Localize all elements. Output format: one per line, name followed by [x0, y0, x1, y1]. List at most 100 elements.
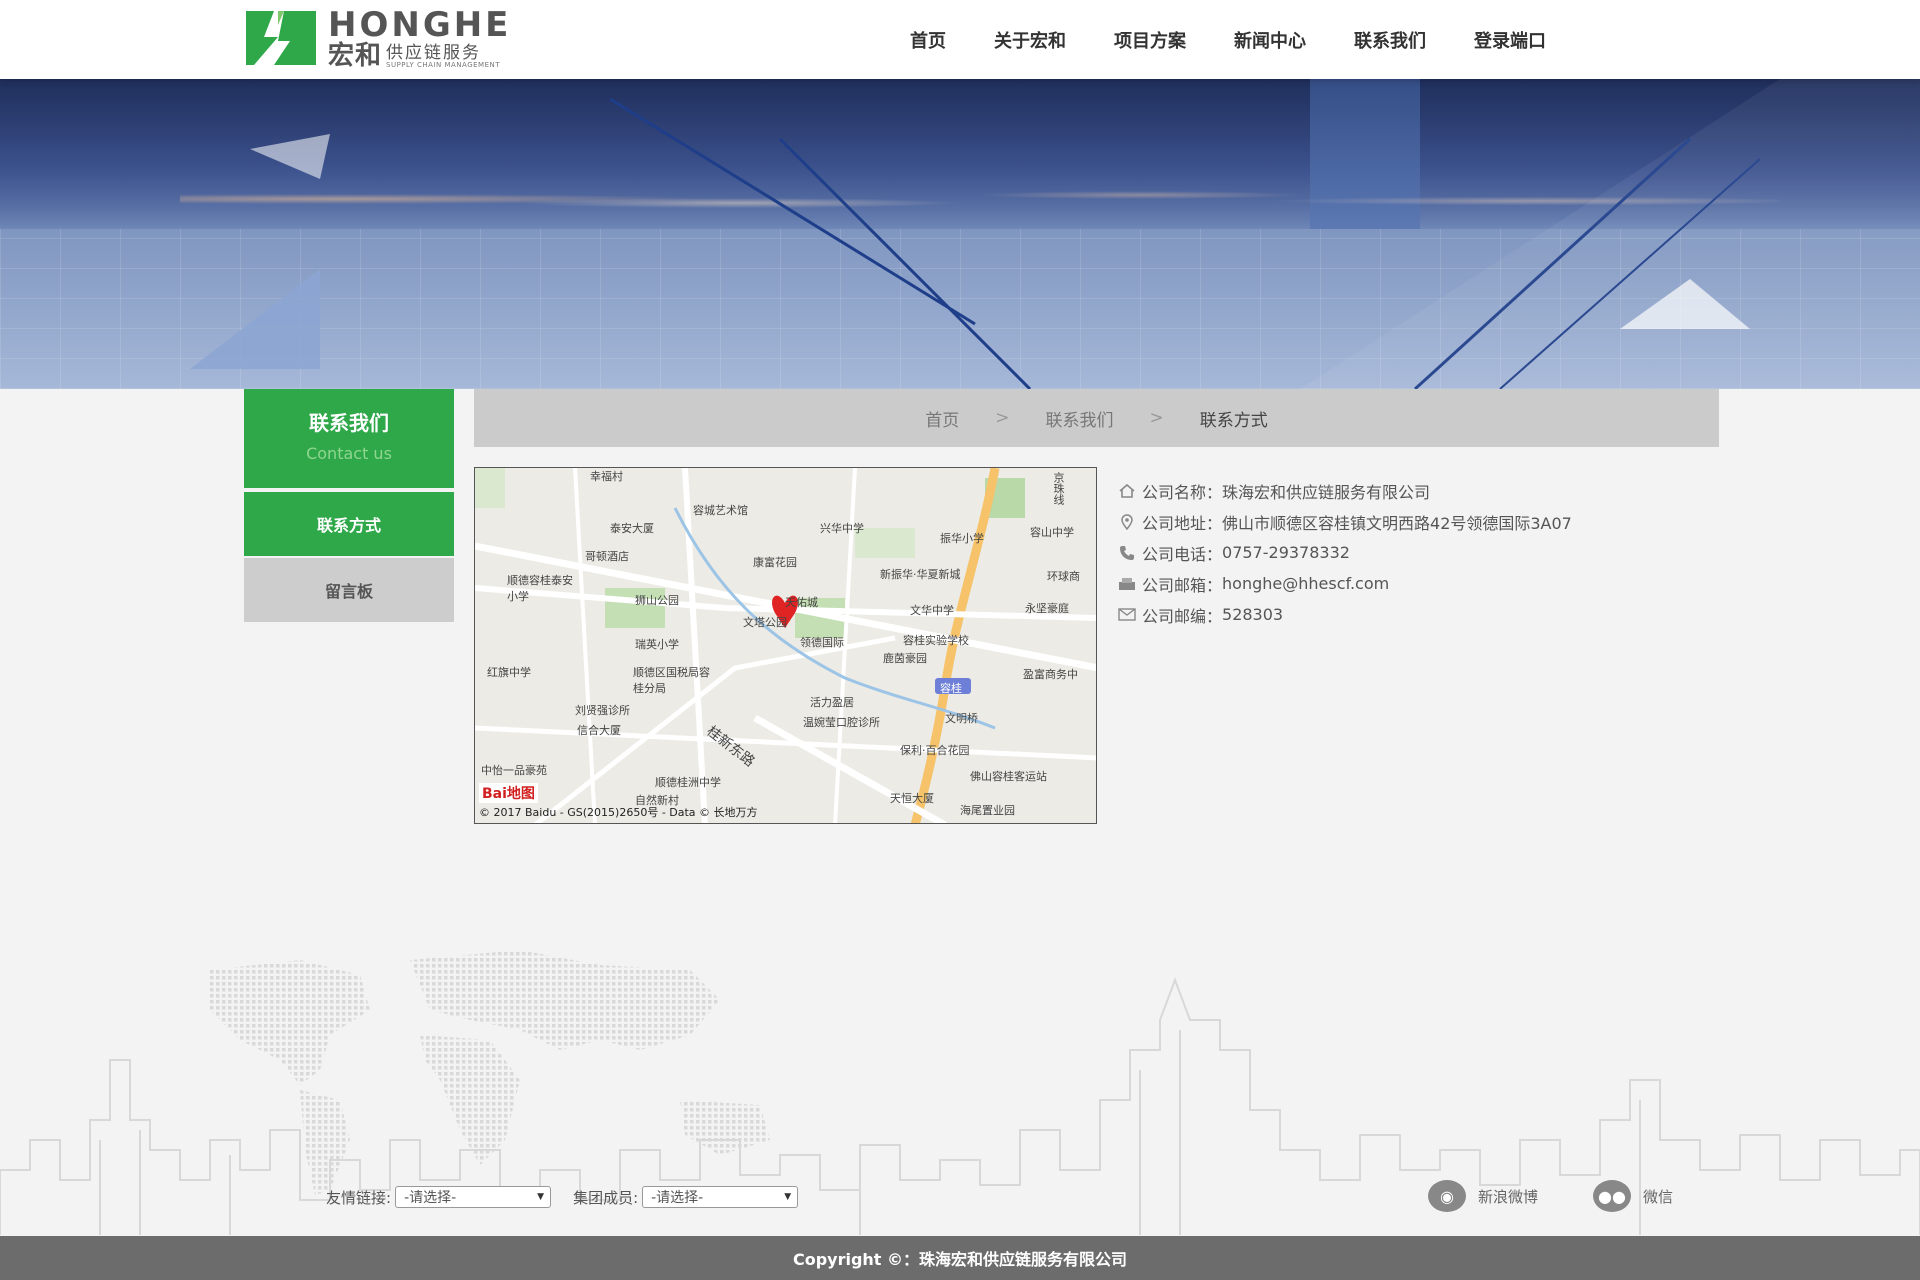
- info-row-address: 公司地址： 佛山市顺德区容桂镇文明西路42号领德国际3A07: [1118, 506, 1572, 537]
- info-label: 公司电话：: [1142, 544, 1223, 564]
- wechat-label: 微信: [1643, 1187, 1674, 1206]
- logo-english: HONGHE: [328, 4, 512, 45]
- chevron-down-icon: ▼: [784, 1192, 792, 1202]
- info-label: 公司邮编：: [1142, 606, 1223, 626]
- map-label: 文明桥: [945, 712, 978, 725]
- copyright-text: Copyright ©：珠海宏和供应链服务有限公司: [792, 1250, 1128, 1269]
- info-row-email: 公司邮箱： honghe@hhescf.com: [1118, 568, 1572, 599]
- map-label: 环球商: [1047, 570, 1080, 583]
- nav-contact[interactable]: 联系我们: [1354, 27, 1426, 53]
- map-label: 顺德桂洲中学: [655, 776, 721, 789]
- company-phone: 0757-29378332: [1222, 543, 1350, 562]
- map-label: 刘贤强诊所: [575, 704, 630, 717]
- map-label: 容桂: [940, 682, 962, 695]
- map-label: 顺德区国税局容桂分局: [633, 666, 710, 695]
- logo-chinese: 宏和: [328, 40, 383, 71]
- sidebar-title: 联系我们: [309, 411, 389, 435]
- wechat-icon: ●●: [1593, 1180, 1631, 1212]
- map-label: 活力盈居: [810, 696, 854, 709]
- map-label: 容桂实验学校: [903, 634, 969, 647]
- weibo-icon: ◉: [1428, 1180, 1466, 1212]
- site-logo[interactable]: HONGHE 宏和 供应链服务 SUPPLY CHAIN MANAGEMENT: [244, 4, 512, 71]
- phone-icon: [1118, 544, 1136, 562]
- info-row-phone: 公司电话： 0757-29378332: [1118, 537, 1572, 568]
- map-label: 文塔公园: [743, 616, 787, 629]
- map-label: 康富花园: [753, 556, 797, 569]
- breadcrumb-separator: >: [995, 408, 1010, 428]
- nav-about[interactable]: 关于宏和: [994, 27, 1066, 53]
- breadcrumb-parent[interactable]: 联系我们: [1046, 406, 1114, 431]
- location-icon: [1118, 513, 1136, 531]
- banner-decoration: [190, 79, 1920, 389]
- map-label: 瑞英小学: [635, 638, 679, 651]
- chevron-down-icon: ▼: [537, 1192, 545, 1202]
- map-label: 京珠线: [1052, 472, 1065, 505]
- company-email[interactable]: honghe@hhescf.com: [1222, 574, 1389, 593]
- map-label: 海尾置业园: [960, 804, 1015, 817]
- location-map[interactable]: 幸福村 容城艺术馆 泰安大厦 兴华中学 京珠线 振华小学 容山中学 哥顿酒店 康…: [474, 467, 1097, 824]
- map-label: 文华中学: [910, 604, 954, 617]
- map-label: 信合大厦: [577, 724, 621, 737]
- map-label: 振华小学: [940, 532, 984, 545]
- hero-banner: [0, 79, 1920, 389]
- home-icon: [1118, 482, 1136, 500]
- breadcrumb: 首页 > 联系我们 > 联系方式: [474, 389, 1719, 447]
- map-label: 中怡一品豪苑: [481, 764, 547, 777]
- company-postcode: 528303: [1222, 605, 1284, 624]
- map-label: 狮山公园: [635, 594, 679, 607]
- info-row-postcode: 公司邮编： 528303: [1118, 599, 1572, 630]
- map-label: 哥顿酒店: [585, 550, 629, 563]
- group-members-value: -请选择-: [651, 1190, 704, 1206]
- mail-icon: [1118, 606, 1136, 624]
- group-members-label: 集团成员:: [573, 1188, 639, 1207]
- map-label: 天恒大厦: [890, 792, 934, 805]
- breadcrumb-home[interactable]: 首页: [925, 406, 959, 431]
- map-label: 佛山容桂客运站: [970, 770, 1047, 783]
- breadcrumb-current: 联系方式: [1199, 410, 1268, 431]
- nav-home[interactable]: 首页: [910, 27, 946, 53]
- map-label: 幸福村: [590, 470, 623, 483]
- info-label: 公司地址：: [1142, 513, 1223, 533]
- weibo-link[interactable]: ◉ 新浪微博: [1428, 1180, 1538, 1212]
- map-label: 保利·百合花园: [900, 744, 970, 757]
- sidebar-item-contact-info[interactable]: 联系方式: [244, 492, 454, 556]
- group-members-select[interactable]: -请选择- ▼: [642, 1186, 799, 1208]
- baidu-map-logo: Bai地图: [479, 783, 538, 803]
- info-label: 公司名称：: [1142, 482, 1223, 502]
- sidebar-header: 联系我们 Contact us: [244, 389, 454, 488]
- wechat-link[interactable]: ●● 微信: [1593, 1180, 1673, 1212]
- company-name: 珠海宏和供应链服务有限公司: [1222, 482, 1431, 502]
- friend-links-select[interactable]: -请选择- ▼: [395, 1186, 552, 1208]
- breadcrumb-separator: >: [1149, 408, 1164, 428]
- map-label: 温婉莹口腔诊所: [803, 716, 880, 729]
- nav-projects[interactable]: 项目方案: [1114, 27, 1186, 53]
- company-address: 佛山市顺德区容桂镇文明西路42号领德国际3A07: [1222, 513, 1572, 533]
- sidebar-item-message-board[interactable]: 留言板: [244, 558, 454, 622]
- map-label: 领德国际: [800, 636, 844, 649]
- map-label: 顺德容桂泰安小学: [507, 574, 573, 603]
- map-label: 容山中学: [1030, 526, 1074, 539]
- map-label: 盈富商务中: [1023, 668, 1078, 681]
- fax-icon: [1118, 575, 1136, 593]
- info-row-name: 公司名称： 珠海宏和供应链服务有限公司: [1118, 475, 1572, 506]
- logo-tagline: SUPPLY CHAIN MANAGEMENT: [386, 60, 501, 69]
- map-label: 永坚豪庭: [1025, 602, 1069, 615]
- nav-news[interactable]: 新闻中心: [1234, 27, 1306, 53]
- logo-chinese-sub: 供应链服务: [386, 42, 482, 63]
- map-label: 兴华中学: [820, 522, 864, 535]
- nav-login[interactable]: 登录端口: [1474, 27, 1546, 53]
- friend-links-label: 友情链接:: [326, 1188, 392, 1207]
- map-label: 天佑城: [785, 596, 818, 609]
- info-label: 公司邮箱：: [1142, 575, 1223, 595]
- sidebar-subtitle: Contact us: [306, 444, 392, 463]
- map-label: 容城艺术馆: [693, 504, 748, 517]
- map-label: 鹿茵豪园: [883, 652, 927, 665]
- map-label: 新振华·华夏新城: [880, 568, 961, 581]
- copyright-bar: Copyright ©：珠海宏和供应链服务有限公司: [0, 1236, 1920, 1280]
- weibo-label: 新浪微博: [1478, 1187, 1539, 1206]
- main-nav: 首页 关于宏和 项目方案 新闻中心 联系我们 登录端口: [910, 0, 1546, 79]
- logo-mark-icon: [244, 11, 318, 65]
- map-copyright: © 2017 Baidu - GS(2015)2650号 - Data © 长地…: [479, 806, 758, 819]
- map-label: 红旗中学: [487, 666, 531, 679]
- friend-links-value: -请选择-: [404, 1190, 457, 1206]
